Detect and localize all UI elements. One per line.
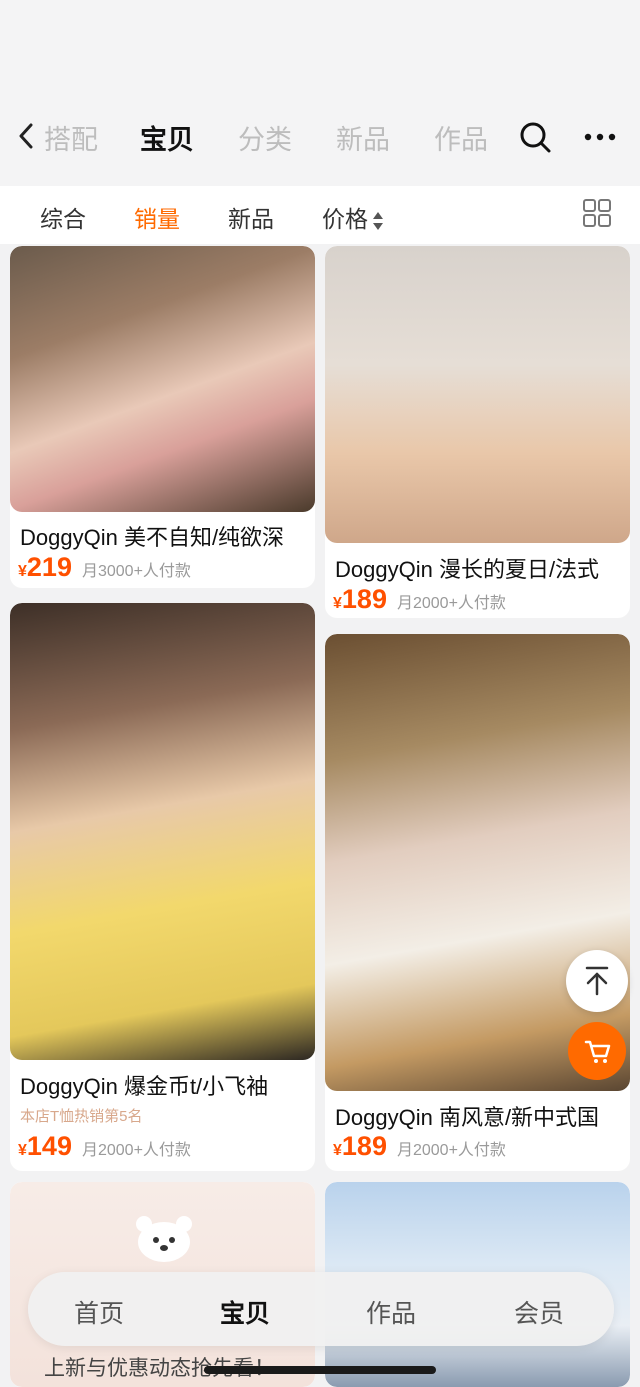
top-nav-row: 搭配 宝贝 分类 新品 作品 <box>0 110 640 162</box>
product-title: DoggyQin 美不自知/纯欲深 <box>20 525 285 550</box>
sort-arrows-icon <box>373 211 383 230</box>
bottom-tab-bar: 首页 宝贝 作品 会员 <box>28 1272 614 1346</box>
price-line: ¥219 月3000+人付款 <box>18 552 191 583</box>
tab-categories[interactable]: 分类 <box>238 118 292 157</box>
cart-icon <box>584 1040 611 1063</box>
more-icon[interactable] <box>582 120 618 154</box>
bottom-tab-works[interactable]: 作品 <box>366 1294 416 1330</box>
grid-view-icon[interactable] <box>582 198 612 228</box>
product-sales: 月2000+人付款 <box>81 1142 191 1159</box>
sort-price[interactable]: 价格 <box>322 200 384 234</box>
dog-icon <box>136 1216 192 1262</box>
product-title: DoggyQin 南风意/新中式国 <box>335 1105 600 1130</box>
tab-works[interactable]: 作品 <box>434 118 488 157</box>
sort-bar: 综合 销量 新品 价格 <box>0 186 640 244</box>
product-price: 189 <box>341 584 387 614</box>
product-title: DoggyQin 爆金币t/小飞袖 <box>20 1074 269 1099</box>
product-image <box>325 246 630 543</box>
price-line: ¥189 月2000+人付款 <box>333 584 506 615</box>
cart-button[interactable] <box>568 1022 626 1080</box>
sort-price-label: 价格 <box>322 206 368 232</box>
product-image <box>10 603 315 1060</box>
product-rank-badge: 本店T恤热销第5名 <box>20 1108 143 1125</box>
currency-symbol: ¥ <box>18 563 27 580</box>
arrow-up-icon <box>585 966 609 996</box>
bottom-tab-membership[interactable]: 会员 <box>514 1294 564 1330</box>
product-price: 189 <box>341 1131 387 1161</box>
product-sales: 月3000+人付款 <box>81 563 191 580</box>
sort-new[interactable]: 新品 <box>228 200 274 234</box>
product-card[interactable]: DoggyQin 漫长的夏日/法式 ¥189 月2000+人付款 <box>325 246 630 618</box>
product-card[interactable]: DoggyQin 南风意/新中式国 ¥189 月2000+人付款 <box>325 634 630 1171</box>
currency-symbol: ¥ <box>18 1142 27 1159</box>
sort-sales[interactable]: 销量 <box>134 200 180 234</box>
product-image <box>10 246 315 512</box>
top-navigation: 搭配 宝贝 分类 新品 作品 <box>0 0 640 186</box>
product-title: DoggyQin 漫长的夏日/法式 <box>335 557 600 582</box>
search-icon[interactable] <box>518 120 552 154</box>
currency-symbol: ¥ <box>333 595 342 612</box>
currency-symbol: ¥ <box>333 1142 342 1159</box>
bottom-tab-products[interactable]: 宝贝 <box>220 1294 270 1330</box>
price-line: ¥189 月2000+人付款 <box>333 1131 506 1162</box>
tab-new-arrivals[interactable]: 新品 <box>336 118 390 157</box>
bottom-tab-home[interactable]: 首页 <box>74 1294 124 1330</box>
home-indicator <box>204 1366 436 1374</box>
product-card[interactable]: DoggyQin 爆金币t/小飞袖 本店T恤热销第5名 ¥149 月2000+人付… <box>10 603 315 1171</box>
back-arrow-icon[interactable] <box>16 122 36 150</box>
back-to-top-button[interactable] <box>566 950 628 1012</box>
product-sales: 月2000+人付款 <box>396 595 506 612</box>
product-sales: 月2000+人付款 <box>396 1142 506 1159</box>
sort-comprehensive[interactable]: 综合 <box>40 200 86 234</box>
tab-products[interactable]: 宝贝 <box>140 118 194 157</box>
price-line: ¥149 月2000+人付款 <box>18 1131 191 1162</box>
product-price: 219 <box>26 552 72 582</box>
product-card[interactable]: DoggyQin 美不自知/纯欲深 ¥219 月3000+人付款 <box>10 246 315 588</box>
product-price: 149 <box>26 1131 72 1161</box>
tab-outfits[interactable]: 搭配 <box>44 118 98 157</box>
